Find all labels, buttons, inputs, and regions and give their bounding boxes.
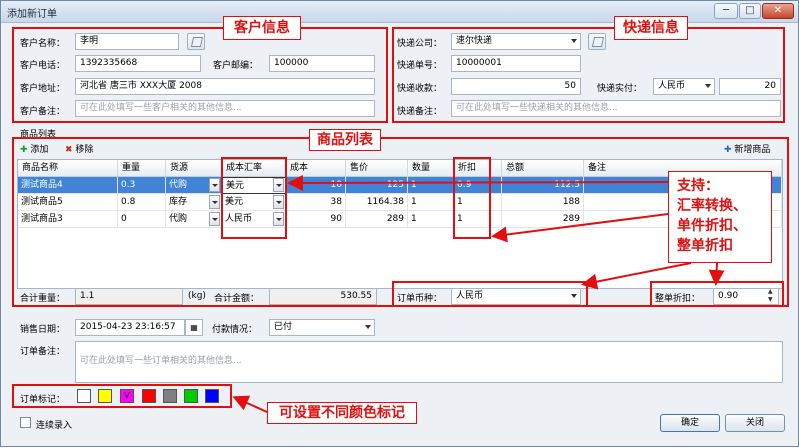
arrow-to-order-currency — [581, 262, 692, 290]
arrow-to-discount-column — [491, 213, 669, 243]
arrow-to-order-discount — [708, 262, 725, 286]
arrow-to-rate-column — [287, 174, 669, 191]
order-dialog: 添加新订单 ─ □ ✕ 客户信息 客户名称： 李明 客户电话： 13923356… — [0, 0, 799, 447]
arrow-to-color-marks — [232, 395, 268, 413]
annotation-arrows — [232, 174, 725, 413]
